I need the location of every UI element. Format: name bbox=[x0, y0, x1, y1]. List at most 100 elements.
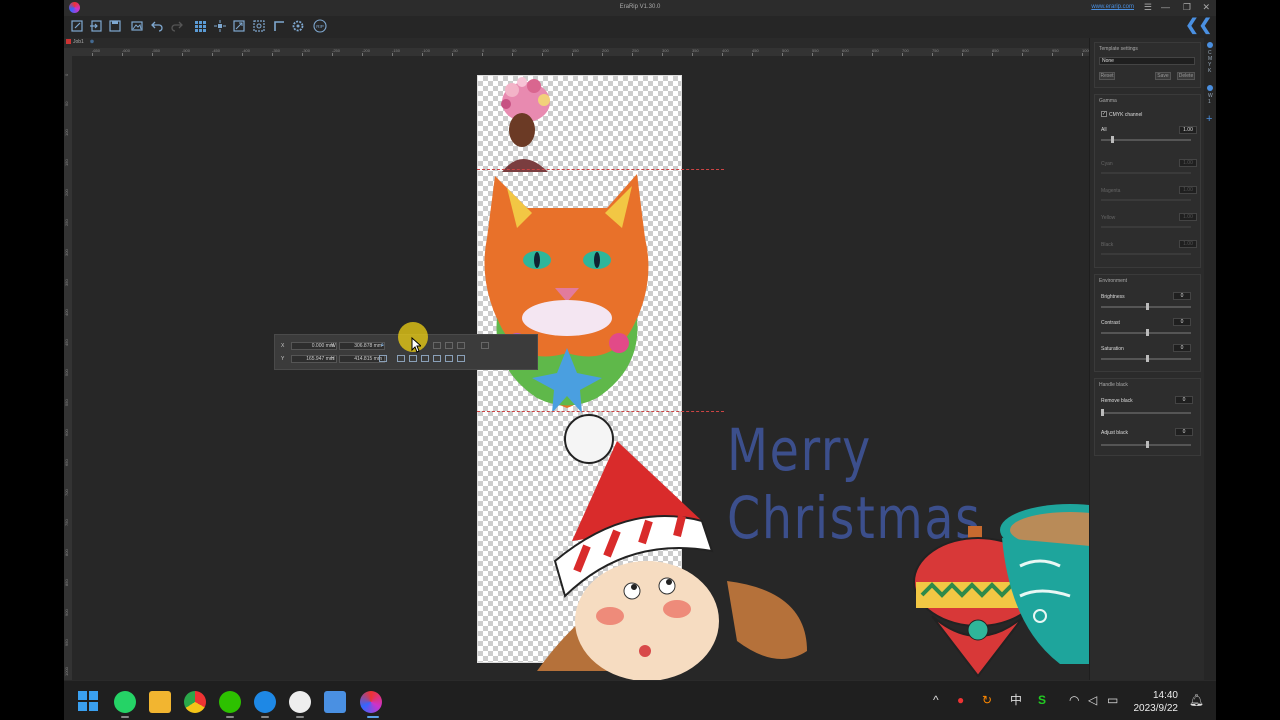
whatsapp-icon[interactable] bbox=[114, 691, 136, 713]
align-center-icon[interactable] bbox=[409, 355, 417, 362]
magenta-value[interactable]: 1.00 bbox=[1179, 186, 1197, 194]
align-top-icon[interactable] bbox=[433, 342, 441, 349]
magenta-label: Magenta bbox=[1101, 188, 1121, 194]
svg-text:RIP: RIP bbox=[316, 24, 324, 29]
delete-template-button[interactable]: Delete bbox=[1177, 72, 1195, 80]
environment-section: Environment Brightness 0 Contrast 0 Satu… bbox=[1094, 274, 1201, 372]
slider-knob[interactable] bbox=[1101, 409, 1104, 416]
system-clock[interactable]: 14:40 2023/9/22 bbox=[1134, 689, 1179, 715]
layer-down-icon[interactable] bbox=[457, 355, 465, 362]
adjust-black-value[interactable]: 0 bbox=[1175, 428, 1193, 436]
contrast-slider[interactable] bbox=[1101, 329, 1191, 336]
tray-s-icon[interactable]: S bbox=[1038, 693, 1046, 707]
cmyk-channel-checkbox[interactable]: ✓ bbox=[1101, 111, 1107, 117]
artwork-girl[interactable] bbox=[477, 411, 837, 680]
ime-indicator[interactable]: 中 bbox=[1010, 693, 1022, 707]
battery-icon[interactable]: ▭ bbox=[1107, 693, 1118, 707]
white-tab-icon[interactable] bbox=[1207, 85, 1213, 91]
save-template-button[interactable]: Save bbox=[1155, 72, 1171, 80]
all-value[interactable]: 1.00 bbox=[1179, 126, 1197, 134]
crop-icon[interactable] bbox=[272, 19, 286, 33]
notepad-icon[interactable] bbox=[324, 691, 346, 713]
import-icon[interactable] bbox=[89, 19, 103, 33]
fit-icon[interactable] bbox=[232, 19, 246, 33]
flip-vertical-icon[interactable] bbox=[433, 355, 441, 362]
layer-up-icon[interactable] bbox=[445, 355, 453, 362]
tab-close-icon[interactable]: ⊗ bbox=[90, 39, 94, 45]
cmyk-tab-letters[interactable]: C M Y K bbox=[1208, 50, 1212, 74]
contrast-value[interactable]: 0 bbox=[1173, 318, 1191, 326]
browser-icon[interactable] bbox=[289, 691, 311, 713]
volume-icon[interactable]: ◁ bbox=[1088, 693, 1097, 707]
align-middle-icon[interactable] bbox=[445, 342, 453, 349]
white-tab-letters[interactable]: W 1 bbox=[1208, 93, 1213, 105]
slider-knob[interactable] bbox=[1146, 303, 1149, 310]
tab-job1[interactable]: Job1 ⊗ bbox=[66, 39, 94, 47]
close-icon[interactable]: ✕ bbox=[1202, 2, 1210, 13]
wifi-icon[interactable]: ◠ bbox=[1069, 693, 1079, 707]
black-value[interactable]: 1.00 bbox=[1179, 240, 1197, 248]
grid-icon[interactable] bbox=[193, 19, 207, 33]
all-slider[interactable] bbox=[1101, 136, 1191, 143]
brightness-value[interactable]: 0 bbox=[1173, 292, 1191, 300]
wechat-icon[interactable] bbox=[219, 691, 241, 713]
chrome-icon[interactable] bbox=[184, 691, 206, 713]
restore-icon[interactable]: ❐ bbox=[1183, 2, 1191, 13]
erarip-icon[interactable] bbox=[360, 691, 382, 713]
add-channel-icon[interactable]: + bbox=[1206, 113, 1212, 125]
adjust-black-slider[interactable] bbox=[1101, 441, 1191, 448]
center-icon[interactable] bbox=[213, 19, 227, 33]
remove-black-value[interactable]: 0 bbox=[1175, 396, 1193, 404]
notification-icon[interactable]: 🔔︎ bbox=[1189, 693, 1204, 707]
magenta-slider[interactable] bbox=[1101, 199, 1191, 201]
minimize-icon[interactable]: — bbox=[1161, 2, 1170, 13]
slider-knob[interactable] bbox=[1146, 355, 1149, 362]
settings-icon[interactable] bbox=[291, 19, 305, 33]
lock-ratio-icon[interactable]: 🔒︎ bbox=[381, 342, 384, 348]
tray-app-icon[interactable]: ● bbox=[957, 693, 964, 707]
align-bottom-icon[interactable] bbox=[457, 342, 465, 349]
app-icon[interactable] bbox=[254, 691, 276, 713]
cmyk-tab-icon[interactable] bbox=[1207, 42, 1213, 48]
slider-knob[interactable] bbox=[1111, 136, 1114, 143]
collapse-panel-icon[interactable]: ❮❮ bbox=[1185, 18, 1212, 34]
saturation-slider[interactable] bbox=[1101, 355, 1191, 362]
cyan-slider[interactable] bbox=[1101, 172, 1191, 174]
redo-icon[interactable] bbox=[170, 19, 184, 33]
undo-icon[interactable] bbox=[150, 19, 164, 33]
tray-sync-icon[interactable]: ↻ bbox=[982, 693, 992, 707]
artwork-cup[interactable] bbox=[1000, 496, 1089, 666]
saturation-value[interactable]: 0 bbox=[1173, 344, 1191, 352]
rip-icon[interactable]: RIP bbox=[313, 19, 327, 33]
artwork-cat[interactable] bbox=[477, 168, 657, 414]
yellow-value[interactable]: 1.00 bbox=[1179, 213, 1197, 221]
save-icon[interactable] bbox=[108, 19, 122, 33]
black-slider[interactable] bbox=[1101, 253, 1191, 255]
brightness-slider[interactable] bbox=[1101, 303, 1191, 310]
clock-time: 14:40 bbox=[1152, 690, 1178, 701]
flip-horizontal-icon[interactable] bbox=[421, 355, 429, 362]
ruler-tick-label: -450 bbox=[212, 48, 221, 53]
slider-knob[interactable] bbox=[1146, 329, 1149, 336]
copy-icon[interactable] bbox=[379, 355, 387, 362]
image-icon[interactable] bbox=[130, 19, 144, 33]
ruler-tick-label: 850 bbox=[64, 579, 69, 586]
start-icon[interactable] bbox=[78, 691, 98, 711]
zoom-icon[interactable] bbox=[252, 19, 266, 33]
yellow-slider[interactable] bbox=[1101, 226, 1191, 228]
distribute-icon[interactable] bbox=[481, 342, 489, 349]
artwork-portrait[interactable] bbox=[482, 76, 562, 172]
template-select[interactable]: None bbox=[1099, 57, 1195, 65]
tray-overflow-icon[interactable]: ^ bbox=[933, 693, 939, 707]
remove-black-slider[interactable] bbox=[1101, 409, 1191, 416]
file-explorer-icon[interactable] bbox=[149, 691, 171, 713]
reset-button[interactable]: Reset bbox=[1099, 72, 1115, 80]
align-left-icon[interactable] bbox=[397, 355, 405, 362]
print-canvas[interactable]: Merry Christmas bbox=[72, 56, 1089, 680]
website-link[interactable]: www.erarip.com bbox=[1091, 4, 1134, 10]
cyan-value[interactable]: 1.00 bbox=[1179, 159, 1197, 167]
new-icon[interactable] bbox=[70, 19, 84, 33]
slider-knob[interactable] bbox=[1146, 441, 1149, 448]
w-input[interactable]: 306.878 mm bbox=[339, 342, 385, 350]
menu-icon[interactable]: ☰ bbox=[1144, 2, 1152, 13]
